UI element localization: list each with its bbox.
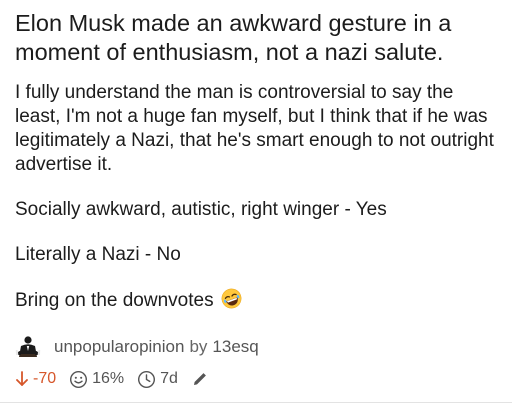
post-paragraph-1: I fully understand the man is controvers… (15, 82, 494, 175)
by-label: by (189, 337, 208, 356)
subreddit-avatar-icon[interactable] (15, 334, 41, 360)
post-age: 7d (137, 370, 178, 389)
divider (0, 402, 512, 403)
post-stats: -70 16% 7d (15, 367, 226, 391)
author-link[interactable]: 13esq (212, 337, 258, 357)
score-value: -70 (33, 370, 57, 387)
smiley-icon (70, 370, 88, 388)
post-meta: unpopularopinion by 13esq (15, 333, 259, 361)
subreddit-link[interactable]: unpopularopinion (54, 337, 184, 357)
post-body: Elon Musk made an awkward gesture in a m… (15, 9, 503, 334)
downvote-arrow-icon[interactable] (15, 371, 29, 387)
post-paragraph-4: Bring on the downvotes (15, 288, 503, 313)
post-title[interactable]: Elon Musk made an awkward gesture in a m… (15, 9, 503, 67)
rofl-emoji-icon (221, 288, 242, 309)
post-paragraph-2: Socially awkward, autistic, right winger… (15, 199, 387, 220)
post-paragraph-3: Literally a Nazi - No (15, 244, 181, 265)
score[interactable]: -70 (15, 370, 56, 388)
post-age-value: 7d (160, 370, 178, 387)
edit-button[interactable] (191, 370, 213, 388)
clock-icon (138, 370, 156, 388)
upvote-ratio-value: 16% (92, 370, 125, 387)
pencil-icon[interactable] (191, 370, 209, 388)
post-paragraph-4-text: Bring on the downvotes (15, 290, 214, 311)
upvote-ratio: 16% (69, 370, 124, 389)
